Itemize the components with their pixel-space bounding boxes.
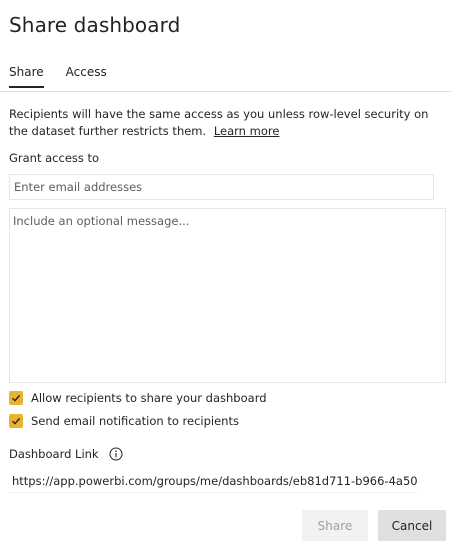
allow-reshare-label: Allow recipients to share your dashboard [31, 391, 267, 405]
dashboard-link-label: Dashboard Link [9, 447, 99, 461]
cancel-button[interactable]: Cancel [378, 510, 446, 541]
info-text-block: Recipients will have the same access as … [9, 106, 439, 140]
email-input[interactable] [9, 174, 434, 200]
share-button[interactable]: Share [302, 510, 368, 541]
checkmark-icon [12, 417, 21, 425]
email-notification-option[interactable]: Send email notification to recipients [9, 414, 239, 428]
learn-more-link[interactable]: Learn more [214, 124, 280, 138]
tab-access[interactable]: Access [66, 65, 107, 88]
email-notification-checkbox[interactable] [9, 414, 23, 428]
tab-share[interactable]: Share [9, 65, 44, 88]
message-textarea[interactable] [9, 208, 446, 383]
dashboard-link-field[interactable]: https://app.powerbi.com/groups/me/dashbo… [9, 471, 418, 493]
tabs-divider [0, 91, 452, 92]
dialog-title: Share dashboard [9, 13, 181, 37]
dashboard-link-header: Dashboard Link [9, 447, 123, 461]
email-notification-label: Send email notification to recipients [31, 414, 239, 428]
tab-bar: Share Access [9, 65, 107, 88]
info-icon[interactable] [109, 447, 123, 461]
grant-access-label: Grant access to [9, 151, 100, 165]
allow-reshare-checkbox[interactable] [9, 391, 23, 405]
allow-reshare-option[interactable]: Allow recipients to share your dashboard [9, 391, 267, 405]
checkmark-icon [12, 394, 21, 402]
